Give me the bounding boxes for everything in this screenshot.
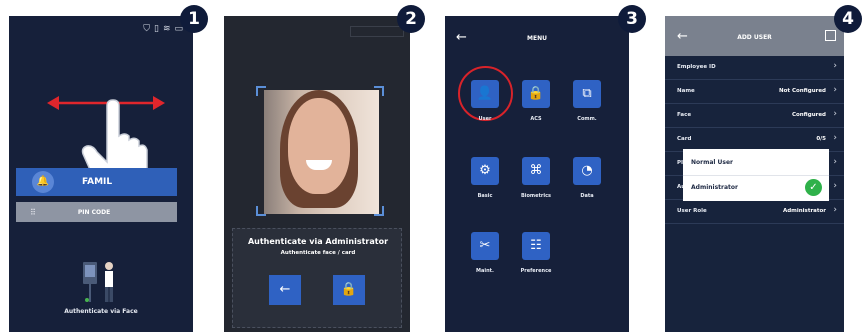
menu-item-acs[interactable]: 🔒 ACS [516,80,556,122]
menu-item-label: Comm. [577,116,597,122]
step-badge-2: 2 [397,5,425,33]
header-bar: ← ADD USER [665,16,844,56]
menu-item-data[interactable]: ◔ Data [567,157,607,199]
field-name[interactable]: Name Not Configured › [665,80,844,104]
gear-icon: ⚙ [471,157,499,185]
chevron-right-icon: › [833,61,837,71]
field-value: 0/5 [816,136,826,142]
lock-button[interactable]: 🔒 [333,275,365,305]
tools-icon: ✂ [471,232,499,260]
lock-icon: 🔒 [340,282,358,297]
menu-item-label: Maint. [476,268,494,274]
step-badge-1: 1 [180,5,208,33]
wifi-icon: ≋ [162,24,171,34]
field-label: Face [677,112,692,118]
menu-item-user[interactable]: 👤 User [465,80,505,122]
chevron-right-icon: › [833,109,837,119]
menu-item-basic[interactable]: ⚙ Basic [465,157,505,199]
shield-icon: ⛉ [143,24,150,34]
field-employee-id[interactable]: Employee ID › [665,56,844,80]
menu-item-label: Data [580,193,594,199]
check-icon: ✓ [805,179,822,196]
face-auth-button[interactable]: 🔔 FAMIL [16,168,177,196]
pin-code-button[interactable]: ⠿ PIN CODE [16,202,177,222]
field-label: User Role [677,208,707,214]
back-arrow-icon: ← [279,282,291,297]
step-badge-3: 3 [618,5,646,33]
admin-auth-title: Authenticate via Administrator [247,237,389,246]
field-value: Configured [791,112,826,118]
camera-face-preview [264,90,379,214]
sliders-icon: ☷ [522,232,550,260]
back-button[interactable]: ← [269,275,301,305]
bell-icon: 🔔 [32,171,54,193]
field-value: Not Configured [779,88,826,94]
step-badge-4: 4 [834,5,862,33]
menu-item-label: User [478,116,492,122]
chevron-right-icon: › [833,85,837,95]
admin-auth-subtitle: Authenticate face / card [280,250,356,256]
screen-authentication: ⛉ ▯ ≋ ▭ 🔔 FAMIL ⠿ PIN CODE Authenticate … [9,16,193,332]
menu-item-label: Biometrics [520,193,552,199]
sim-icon: ▯ [153,24,159,34]
authenticate-via-face-text: Authenticate via Face [64,308,138,315]
menu-item-maint[interactable]: ✂ Maint. [465,232,505,274]
field-label: Card [677,136,692,142]
user-role-popup: Normal User Administrator ✓ [683,149,829,201]
chart-icon: ◔ [573,157,601,185]
menu-title: MENU [527,35,547,42]
keypad-icon: ⠿ [30,207,36,217]
screen-add-user: ← ADD USER Employee ID › Name Not Config… [665,16,844,332]
face-frame-corner [374,86,384,96]
chevron-right-icon: › [833,205,837,215]
save-icon[interactable] [825,30,836,41]
screen-menu: ← MENU 👤 User 🔒 ACS ⧉ Comm. ⚙ Basic ⌘ Bi… [445,16,629,332]
person-at-terminal-icon [83,262,113,302]
network-icon: ⧉ [573,80,601,108]
fingerprint-icon: ⌘ [522,157,550,185]
face-frame-corner [256,206,266,216]
user-icon: 👤 [471,80,499,108]
pin-code-button-label: PIN CODE [77,208,111,216]
field-label: Name [677,88,695,94]
admin-auth-panel: Authenticate via Administrator Authentic… [232,228,402,328]
status-bar: ⛉ ▯ ≋ ▭ [143,24,183,34]
menu-item-preference[interactable]: ☷ Preference [516,232,556,274]
field-value: Administrator [782,208,826,214]
page-title: ADD USER [737,34,772,41]
menu-item-biometrics[interactable]: ⌘ Biometrics [516,157,556,199]
menu-item-label: ACS [530,116,542,122]
field-label: Employee ID [677,64,716,70]
menu-item-comm[interactable]: ⧉ Comm. [567,80,607,122]
option-normal-user[interactable]: Normal User [691,151,733,175]
lock-icon: 🔒 [522,80,550,108]
field-face[interactable]: Face Configured › [665,104,844,128]
option-administrator[interactable]: Administrator [691,176,738,200]
menu-item-label: Preference [520,268,552,274]
chevron-right-icon: › [833,157,837,167]
field-user-role[interactable]: User Role Administrator › [665,200,844,224]
chevron-right-icon: › [833,181,837,191]
face-frame-corner [256,86,266,96]
camera-indicator [350,26,404,37]
screen-admin-authentication: Authenticate via Administrator Authentic… [224,16,410,332]
menu-item-label: Basic [477,193,493,199]
face-auth-button-label: FAMIL [82,177,113,187]
face-frame-corner [374,206,384,216]
chevron-right-icon: › [833,133,837,143]
